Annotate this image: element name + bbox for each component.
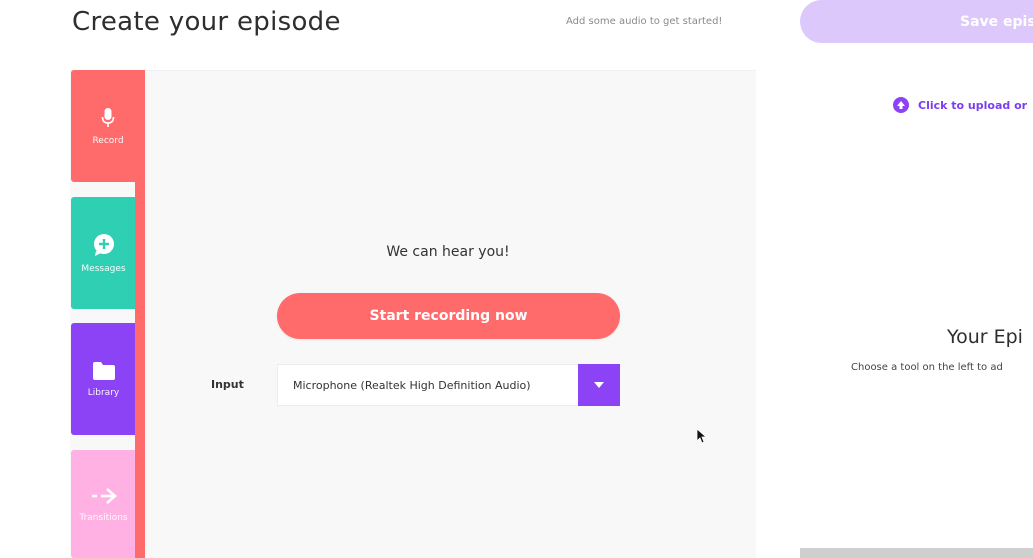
input-device-value: Microphone (Realtek High Definition Audi… (293, 378, 531, 392)
page-title: Create your episode (72, 7, 341, 37)
timeline-bar (800, 548, 1033, 558)
panel-divider (70, 70, 756, 71)
input-label: Input (211, 378, 244, 391)
arrow-right-icon (91, 487, 117, 504)
input-device-select[interactable]: Microphone (Realtek High Definition Audi… (277, 364, 579, 406)
upload-link[interactable]: Click to upload or (893, 97, 1027, 113)
app-root: Create your episode Add some audio to ge… (0, 0, 1033, 558)
tab-record-label: Record (92, 135, 124, 146)
input-device-dropdown-button[interactable] (578, 364, 620, 406)
tab-transitions-label: Transitions (79, 512, 128, 523)
mic-status-text: We can hear you! (386, 244, 510, 260)
active-tab-strip (135, 70, 145, 558)
save-episode-button[interactable]: Save epis (800, 0, 1033, 43)
microphone-icon (101, 107, 115, 127)
folder-icon (92, 361, 115, 380)
tab-messages-label: Messages (81, 263, 126, 274)
start-recording-button[interactable]: Start recording now (277, 293, 620, 339)
upload-link-label: Click to upload or (918, 98, 1028, 112)
tab-messages[interactable]: Messages (71, 197, 136, 309)
audio-hint: Add some audio to get started! (566, 16, 723, 27)
mouse-cursor-icon (697, 429, 707, 444)
upload-icon (893, 97, 909, 113)
tab-library[interactable]: Library (71, 323, 136, 435)
episode-subtitle: Choose a tool on the left to ad (851, 362, 1003, 373)
episode-panel (756, 0, 1033, 558)
tab-library-label: Library (87, 387, 120, 398)
tab-record[interactable]: Record (71, 70, 145, 182)
episode-title: Your Epi (947, 326, 1023, 348)
caret-down-icon (594, 382, 604, 388)
message-plus-icon (93, 233, 114, 256)
tab-transitions[interactable]: Transitions (71, 450, 136, 558)
